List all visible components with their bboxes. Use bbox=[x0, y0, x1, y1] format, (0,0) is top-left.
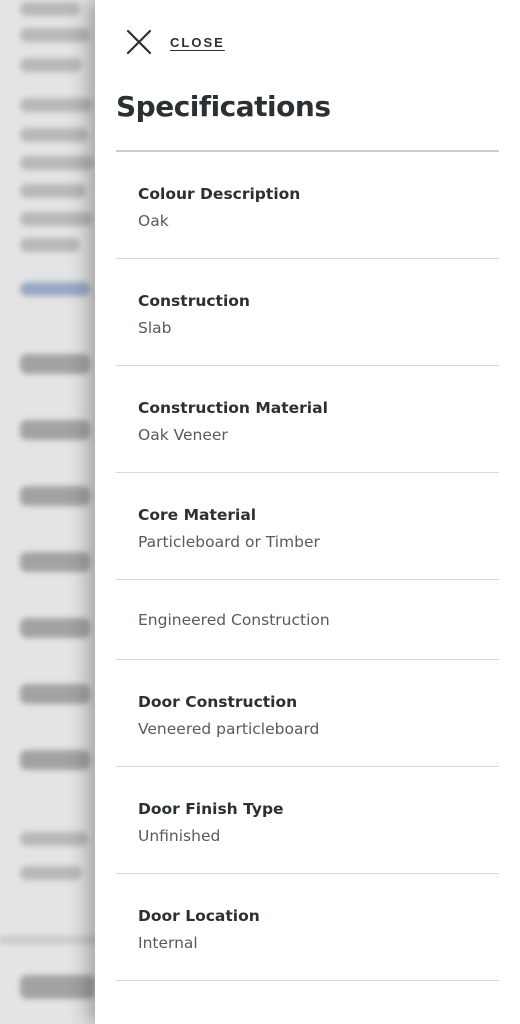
viewport: CLOSE Specifications Colour Description … bbox=[0, 0, 520, 1024]
close-button[interactable]: CLOSE bbox=[126, 29, 225, 55]
spec-row-construction-material: Construction Material Oak Veneer bbox=[116, 366, 499, 473]
spec-value: Oak Veneer bbox=[138, 425, 228, 444]
close-icon[interactable] bbox=[126, 29, 152, 55]
spec-label: Door Construction bbox=[138, 692, 298, 711]
spec-label: Colour Description bbox=[138, 184, 301, 203]
spec-label: Door Location bbox=[138, 906, 260, 925]
spec-label: Door Finish Type bbox=[138, 799, 284, 818]
drawer-title: Specifications bbox=[116, 90, 331, 123]
spec-value: Engineered Construction bbox=[138, 610, 330, 629]
spec-label: Construction bbox=[138, 291, 250, 310]
spec-row-engineered-construction: Engineered Construction bbox=[116, 580, 499, 660]
spec-value: Slab bbox=[138, 318, 172, 337]
spec-label: Core Material bbox=[138, 505, 257, 524]
spec-list: Colour Description Oak Construction Slab… bbox=[116, 152, 499, 981]
spec-row-door-finish-type: Door Finish Type Unfinished bbox=[116, 767, 499, 874]
spec-label: Construction Material bbox=[138, 398, 328, 417]
close-label[interactable]: CLOSE bbox=[170, 35, 225, 50]
spec-value: Internal bbox=[138, 933, 198, 952]
drawer-header: CLOSE Specifications bbox=[95, 0, 520, 152]
spec-row-core-material: Core Material Particleboard or Timber bbox=[116, 473, 499, 580]
spec-row-colour-description: Colour Description Oak bbox=[116, 152, 499, 259]
spec-value: Particleboard or Timber bbox=[138, 532, 320, 551]
specifications-drawer: CLOSE Specifications Colour Description … bbox=[95, 0, 520, 1024]
spec-value: Oak bbox=[138, 211, 169, 230]
spec-row-door-location: Door Location Internal bbox=[116, 874, 499, 981]
spec-row-door-construction: Door Construction Veneered particleboard bbox=[116, 660, 499, 767]
spec-value: Veneered particleboard bbox=[138, 719, 320, 738]
spec-row-construction: Construction Slab bbox=[116, 259, 499, 366]
spec-value: Unfinished bbox=[138, 826, 221, 845]
